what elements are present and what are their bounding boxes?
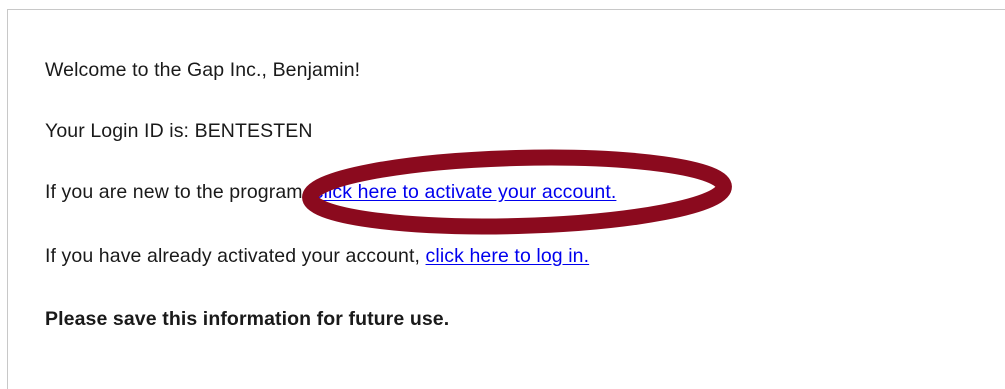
save-notice-text: Please save this information for future …	[45, 308, 450, 330]
existing-user-prefix-text: If you have already activated your accou…	[45, 245, 426, 267]
login-link[interactable]: click here to log in.	[426, 245, 590, 267]
new-user-line: If you are new to the program, click her…	[45, 181, 616, 204]
new-user-prefix-text: If you are new to the program,	[45, 181, 314, 203]
greeting-text: Welcome to the Gap Inc., Benjamin!	[45, 59, 361, 81]
existing-user-line: If you have already activated your accou…	[45, 245, 589, 268]
login-id-text: Your Login ID is: BENTESTEN	[45, 120, 313, 142]
activate-account-link[interactable]: click here to activate your account.	[314, 181, 617, 203]
